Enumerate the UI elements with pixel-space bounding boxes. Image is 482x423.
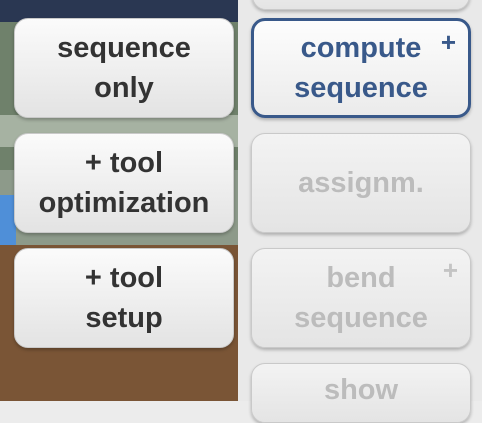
bend-sequence-label: bend sequence: [294, 262, 428, 334]
sequence-only-button[interactable]: sequence only: [14, 18, 234, 118]
partial-top-button[interactable]: [252, 0, 470, 10]
show-button[interactable]: show: [251, 363, 471, 423]
sequence-only-label: sequence only: [57, 32, 191, 104]
bend-sequence-button[interactable]: bend sequence +: [251, 248, 471, 348]
tool-setup-label: + tool setup: [84, 262, 164, 334]
tool-setup-button[interactable]: + tool setup: [14, 248, 234, 348]
compute-sequence-button[interactable]: compute sequence +: [251, 18, 471, 118]
assignment-button[interactable]: assignm.: [251, 133, 471, 233]
compute-sequence-label: compute sequence: [294, 32, 428, 104]
assignment-label: assignm.: [298, 167, 424, 199]
plus-icon: +: [442, 255, 458, 285]
plus-icon: +: [440, 27, 456, 57]
show-label: show: [323, 374, 399, 406]
tool-optimization-button[interactable]: + tool optimization: [14, 133, 234, 233]
tool-optimization-label: + tool optimization: [38, 147, 210, 219]
